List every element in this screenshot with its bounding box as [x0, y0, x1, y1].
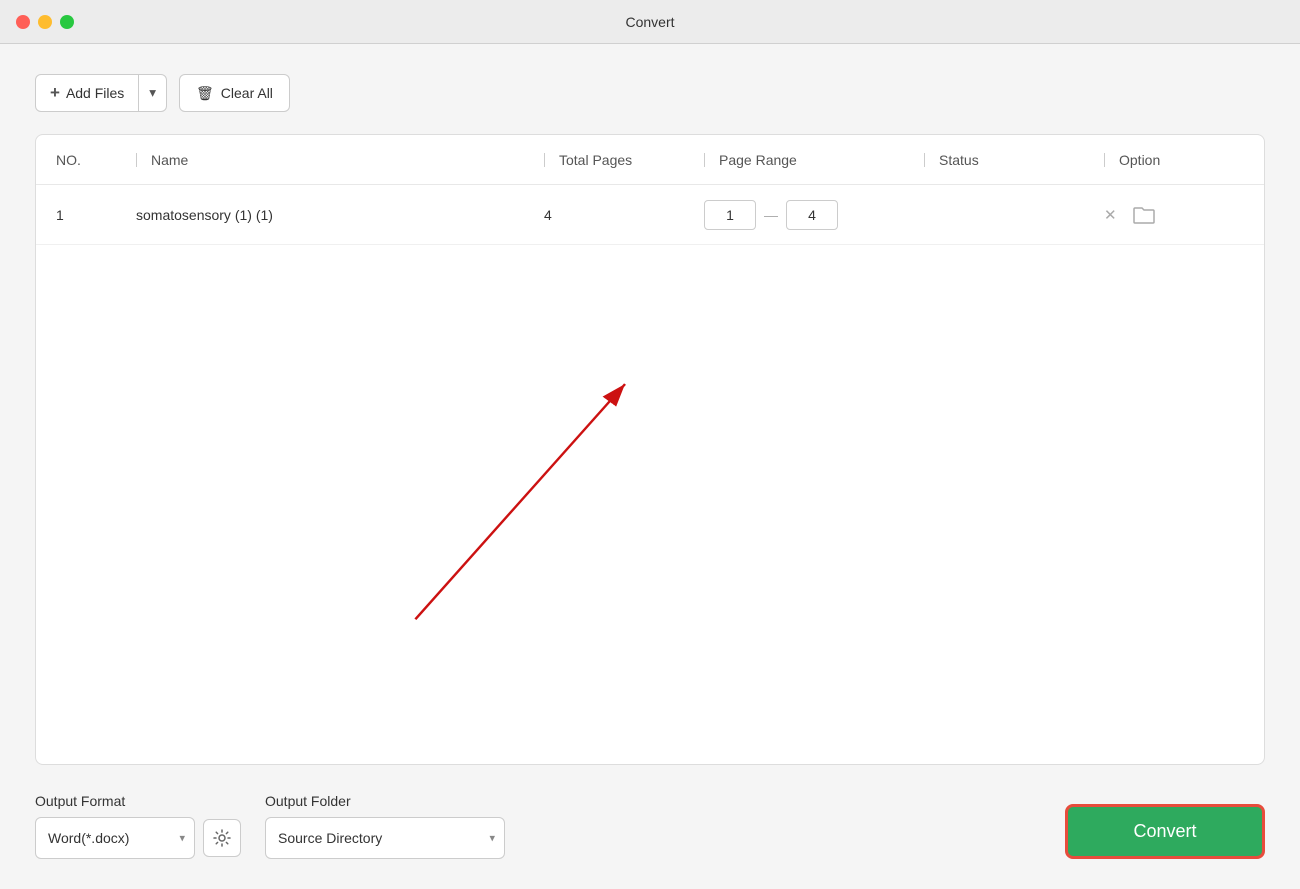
table-row: 1 somatosensory (1) (1) 4 — ✕	[36, 185, 1264, 245]
file-table: NO. Name Total Pages Page Range Status O…	[35, 134, 1265, 765]
output-section: Output Format Word(*.docx) PDF Excel(*.x…	[35, 793, 1065, 859]
cell-no: 1	[56, 207, 136, 223]
window-title: Convert	[625, 14, 674, 30]
header-option: Option	[1104, 152, 1244, 168]
header-name: Name	[136, 152, 544, 168]
col-divider	[924, 153, 925, 167]
minimize-button[interactable]	[38, 15, 52, 29]
x-icon: ✕	[1104, 206, 1117, 224]
main-content: Add Files Clear All NO. Name Total Pag	[0, 44, 1300, 889]
format-select[interactable]: Word(*.docx) PDF Excel(*.xlsx) PowerPoin…	[35, 817, 195, 859]
col-divider	[1104, 153, 1105, 167]
arrow-annotation	[36, 185, 1264, 764]
clear-all-label: Clear All	[221, 85, 273, 101]
cell-total-pages: 4	[544, 207, 704, 223]
col-divider	[544, 153, 545, 167]
output-format-label: Output Format	[35, 793, 241, 809]
folder-select[interactable]: Source Directory Custom...	[265, 817, 505, 859]
output-format-row: Word(*.docx) PDF Excel(*.xlsx) PowerPoin…	[35, 817, 241, 859]
option-icons: ✕	[1104, 206, 1244, 224]
add-files-button-group[interactable]: Add Files	[35, 74, 167, 112]
delete-row-button[interactable]: ✕	[1104, 206, 1117, 224]
cell-option: ✕	[1104, 206, 1244, 224]
settings-button[interactable]	[203, 819, 241, 857]
folder-icon	[1133, 206, 1155, 224]
add-files-main-button[interactable]: Add Files	[36, 75, 138, 111]
output-folder-group: Output Folder Source Directory Custom...…	[265, 793, 505, 859]
page-range-group: —	[704, 200, 924, 230]
header-no: NO.	[56, 152, 136, 168]
gear-icon	[213, 829, 231, 847]
add-files-label: Add Files	[66, 85, 124, 101]
convert-button[interactable]: Convert	[1065, 804, 1265, 859]
table-body: 1 somatosensory (1) (1) 4 — ✕	[36, 185, 1264, 764]
cell-name: somatosensory (1) (1)	[136, 207, 544, 223]
header-status: Status	[924, 152, 1104, 168]
open-folder-button[interactable]	[1133, 206, 1155, 224]
window-controls	[16, 15, 74, 29]
header-total-pages: Total Pages	[544, 152, 704, 168]
plus-icon	[50, 83, 60, 103]
format-select-wrapper: Word(*.docx) PDF Excel(*.xlsx) PowerPoin…	[35, 817, 195, 859]
trash-icon	[196, 85, 214, 102]
chevron-down-icon	[149, 85, 156, 101]
cell-page-range: —	[704, 200, 924, 230]
folder-select-wrapper: Source Directory Custom... ▾	[265, 817, 505, 859]
titlebar: Convert	[0, 0, 1300, 44]
bottom-bar: Output Format Word(*.docx) PDF Excel(*.x…	[35, 793, 1265, 859]
page-range-dash: —	[764, 207, 778, 223]
output-format-group: Output Format Word(*.docx) PDF Excel(*.x…	[35, 793, 241, 859]
page-range-start-input[interactable]	[704, 200, 756, 230]
add-files-dropdown-button[interactable]	[139, 75, 166, 111]
header-page-range: Page Range	[704, 152, 924, 168]
maximize-button[interactable]	[60, 15, 74, 29]
clear-all-button[interactable]: Clear All	[179, 74, 290, 112]
col-divider	[136, 153, 137, 167]
close-button[interactable]	[16, 15, 30, 29]
toolbar: Add Files Clear All	[35, 74, 1265, 112]
page-range-end-input[interactable]	[786, 200, 838, 230]
table-header: NO. Name Total Pages Page Range Status O…	[36, 135, 1264, 185]
output-folder-label: Output Folder	[265, 793, 505, 809]
col-divider	[704, 153, 705, 167]
